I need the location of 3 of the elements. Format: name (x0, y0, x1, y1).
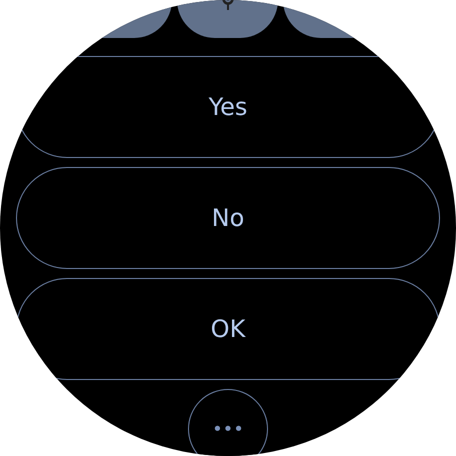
reply-button[interactable]: No (16, 167, 440, 269)
more-button[interactable]: ••• (188, 389, 268, 456)
reply-button[interactable]: OK (16, 278, 440, 380)
